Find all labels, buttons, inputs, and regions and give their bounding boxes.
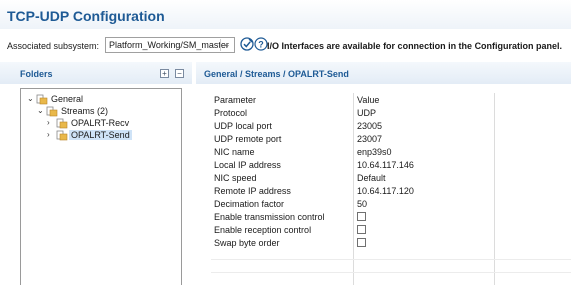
param-name: NIC name xyxy=(214,147,255,157)
table-row[interactable]: NIC speed Default xyxy=(211,171,571,184)
details-header: General / Streams / OPALRT-Send xyxy=(196,62,571,84)
check-icon[interactable] xyxy=(240,37,254,51)
param-name: Enable reception control xyxy=(214,225,312,235)
transmission-control-checkbox[interactable] xyxy=(357,212,366,221)
column-header-parameter: Parameter xyxy=(214,95,257,105)
param-name: Enable transmission control xyxy=(214,212,325,222)
breadcrumb: General / Streams / OPALRT-Send xyxy=(204,69,349,79)
param-value[interactable]: Default xyxy=(357,173,386,183)
param-value[interactable]: UDP xyxy=(357,108,376,118)
table-row[interactable]: Local IP address 10.64.117.146 xyxy=(211,158,571,171)
column-header-value: Value xyxy=(357,95,380,105)
tree-node-label: OPALRT-Send xyxy=(69,130,132,140)
subsystem-select[interactable]: Platform_Working/SM_master ⌄ xyxy=(105,37,235,53)
folder-icon xyxy=(36,93,48,105)
chevron-down-icon[interactable]: ⌄ xyxy=(220,39,233,51)
tree-node-label: General xyxy=(51,94,84,104)
row-divider xyxy=(211,272,571,273)
table-header-row: Parameter Value xyxy=(211,93,571,106)
help-icon[interactable]: ? xyxy=(254,37,268,51)
param-name: Protocol xyxy=(214,108,248,118)
param-name: UDP local port xyxy=(214,121,272,131)
folder-icon xyxy=(46,105,58,117)
param-value[interactable]: 50 xyxy=(357,199,367,209)
table-row[interactable]: Remote IP address 10.64.117.120 xyxy=(211,184,571,197)
param-value[interactable]: 10.64.117.120 xyxy=(357,186,414,196)
table-row[interactable]: Swap byte order xyxy=(211,236,571,249)
stream-icon xyxy=(56,117,68,129)
param-name: NIC speed xyxy=(214,173,257,183)
table-row[interactable]: UDP remote port 23007 xyxy=(211,132,571,145)
expand-all-icon[interactable]: + xyxy=(160,69,169,78)
status-message: I/O Interfaces are available for connect… xyxy=(267,41,563,51)
chevron-down-icon[interactable]: ⌄ xyxy=(27,94,34,103)
param-name: Local IP address xyxy=(214,160,281,170)
param-value[interactable]: 23005 xyxy=(357,121,382,131)
param-name: UDP remote port xyxy=(214,134,282,144)
table-row[interactable]: Decimation factor 50 xyxy=(211,197,571,210)
row-divider xyxy=(211,259,571,260)
table-row[interactable]: Protocol UDP xyxy=(211,106,571,119)
param-name: Swap byte order xyxy=(214,238,280,248)
title-bar: TCP-UDP Configuration xyxy=(0,0,571,29)
swap-byte-order-checkbox[interactable] xyxy=(357,238,366,247)
reception-control-checkbox[interactable] xyxy=(357,225,366,234)
folders-header: Folders + − xyxy=(0,62,192,84)
chevron-down-icon[interactable]: ⌄ xyxy=(37,106,44,115)
svg-text:?: ? xyxy=(258,39,264,49)
chevron-right-icon[interactable]: › xyxy=(47,130,50,139)
tree-node-label: OPALRT-Recv xyxy=(71,118,130,128)
collapse-all-icon[interactable]: − xyxy=(175,69,184,78)
subsystem-select-value: Platform_Working/SM_master xyxy=(109,40,229,50)
folder-tree: ⌄ General ⌄ Streams (2) › OPALRT-Recv › … xyxy=(20,88,182,285)
param-value[interactable]: enp39s0 xyxy=(357,147,392,157)
table-row[interactable]: Enable transmission control xyxy=(211,210,571,223)
table-row[interactable]: UDP local port 23005 xyxy=(211,119,571,132)
folders-title: Folders xyxy=(20,69,53,79)
subsystem-bar: Associated subsystem: Platform_Working/S… xyxy=(0,35,571,57)
param-name: Decimation factor xyxy=(214,199,285,209)
page-title: TCP-UDP Configuration xyxy=(7,8,165,24)
subsystem-label: Associated subsystem: xyxy=(7,41,100,51)
stream-icon xyxy=(56,129,68,141)
chevron-right-icon[interactable]: › xyxy=(47,118,50,127)
param-value[interactable]: 23007 xyxy=(357,134,382,144)
table-row[interactable]: Enable reception control xyxy=(211,223,571,236)
param-value[interactable]: 10.64.117.146 xyxy=(357,160,414,170)
parameter-table: Parameter Value Protocol UDP UDP local p… xyxy=(211,93,571,285)
table-row[interactable]: NIC name enp39s0 xyxy=(211,145,571,158)
tree-node-label: Streams (2) xyxy=(61,106,109,116)
param-name: Remote IP address xyxy=(214,186,291,196)
